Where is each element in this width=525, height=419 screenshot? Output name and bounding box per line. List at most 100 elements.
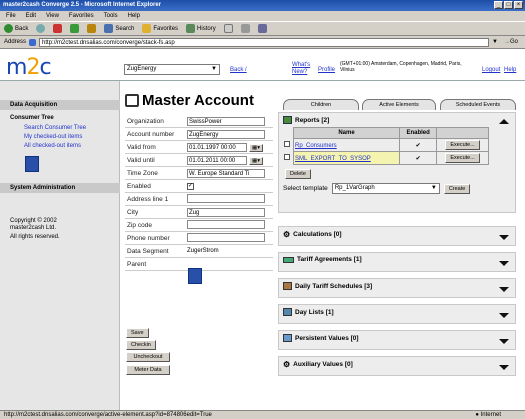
report-link-sml-export[interactable]: SML_EXPORT_TO_SYSOP <box>295 156 371 162</box>
collapse-arrow-icon[interactable] <box>499 119 509 124</box>
print-icon <box>240 24 250 33</box>
execute-button[interactable]: Execute... <box>445 140 480 150</box>
address-dropdown-icon[interactable]: ▼ <box>492 39 498 45</box>
favorites-button[interactable]: Favorites <box>142 24 178 33</box>
history-button[interactable]: History <box>186 24 216 33</box>
form-row-valid-until: Valid until 01.01.2011 00:00 ▦▾ <box>125 154 273 167</box>
execute-button[interactable]: Execute... <box>445 153 480 163</box>
menu-view[interactable]: View <box>46 13 59 19</box>
enabled-check: ✔ <box>399 151 438 165</box>
expand-arrow-icon[interactable] <box>499 313 509 318</box>
section-auxiliary-values[interactable]: ⚙ Auxiliary Values [0] <box>278 356 516 376</box>
expand-arrow-icon[interactable] <box>499 365 509 370</box>
stop-button[interactable] <box>53 24 63 33</box>
section-persistent-values[interactable]: Persistent Values [0] <box>278 330 516 350</box>
search-button[interactable]: Search <box>104 24 134 33</box>
template-select[interactable]: Rp_1VarGraph ▼ <box>331 183 440 194</box>
help-link[interactable]: Help <box>504 67 516 73</box>
zip-code-field[interactable] <box>187 219 265 229</box>
reports-header[interactable]: Reports [2] <box>279 113 515 127</box>
expand-arrow-icon[interactable] <box>499 339 509 344</box>
meter-data-button[interactable]: Meter Data <box>126 365 170 375</box>
sidebar-link-my-checked-out[interactable]: My checked-out items <box>24 134 82 140</box>
schedule-icon <box>283 282 292 290</box>
close-icon[interactable]: × <box>514 1 523 9</box>
forward-button[interactable] <box>36 24 46 33</box>
menu-tools[interactable]: Tools <box>104 13 118 19</box>
tab-children[interactable]: Children <box>283 99 359 110</box>
home-button[interactable] <box>87 24 97 33</box>
refresh-button[interactable] <box>70 24 80 33</box>
sidebar-header-data-acquisition[interactable]: Data Acquisition <box>0 100 120 110</box>
checkin-button[interactable]: Checkin <box>126 340 156 350</box>
calendar-icon[interactable]: ▦▾ <box>249 156 263 165</box>
sidebar-link-all-checked-out[interactable]: All checked-out items <box>24 143 81 149</box>
window-controls: _ □ × <box>494 1 523 9</box>
form-row-address-line-1: Address line 1 <box>125 193 273 206</box>
maximize-icon[interactable]: □ <box>504 1 513 9</box>
account-number-field[interactable]: ZugEnergy <box>187 129 265 139</box>
menu-file[interactable]: File <box>6 13 16 19</box>
tab-active-elements[interactable]: Active Elements <box>362 99 436 110</box>
sidebar-header-system-administration[interactable]: System Administration <box>0 183 120 193</box>
logout-link[interactable]: Logout <box>482 67 500 73</box>
rights-text: All rights reserved. <box>10 234 60 240</box>
expand-arrow-icon[interactable] <box>499 235 509 240</box>
delete-button[interactable]: Delete <box>285 169 311 179</box>
save-button[interactable]: Save <box>126 328 149 338</box>
section-daily-tariff-schedules[interactable]: Daily Tariff Schedules [3] <box>278 278 516 298</box>
tab-scheduled-events[interactable]: Scheduled Events <box>440 99 516 110</box>
column-header-action <box>436 127 489 139</box>
section-tariff-agreements[interactable]: Tariff Agreements [1] <box>278 252 516 272</box>
enabled-checkbox[interactable]: ✓ <box>187 182 194 190</box>
column-header-enabled: Enabled <box>399 127 438 139</box>
address-line-1-field[interactable] <box>187 193 265 203</box>
expand-arrow-icon[interactable] <box>499 287 509 292</box>
tariff-icon <box>283 256 294 263</box>
form-row-phone-number: Phone number <box>125 232 273 245</box>
expand-arrow-icon[interactable] <box>499 261 509 266</box>
menu-edit[interactable]: Edit <box>26 13 36 19</box>
time-zone-select[interactable]: W. Europe Standard Ti <box>187 168 265 178</box>
valid-until-field[interactable]: 01.01.2011 00:00 <box>187 155 247 165</box>
browser-toolbar: Back Search Favorites History <box>0 21 525 36</box>
parent-icon[interactable] <box>188 268 202 284</box>
back-button[interactable]: Back <box>4 24 28 33</box>
sidebar-header-consumer-tree[interactable]: Consumer Tree <box>10 115 54 121</box>
form-row-valid-from: Valid from 01.01.1997 00:00 ▦▾ <box>125 141 273 154</box>
city-field[interactable]: Zug <box>187 207 265 217</box>
valid-from-field[interactable]: 01.01.1997 00:00 <box>187 142 247 152</box>
whats-new-link[interactable]: What's New? <box>292 62 312 76</box>
consumer-tree-icon[interactable] <box>25 156 39 172</box>
menu-help[interactable]: Help <box>128 13 140 19</box>
account-select[interactable]: ZugEnergy ▼ <box>124 64 220 75</box>
uncheckout-button[interactable]: Uncheckout <box>126 352 170 362</box>
mail-button[interactable] <box>223 24 233 33</box>
row-checkbox[interactable] <box>284 154 290 160</box>
form-row-account-number: Account number ZugEnergy <box>125 128 273 141</box>
phone-number-field[interactable] <box>187 232 265 242</box>
organization-field[interactable]: SwissPower <box>187 116 265 126</box>
back-link[interactable]: Back / <box>230 67 247 73</box>
go-button[interactable]: →Go <box>501 39 521 45</box>
print-button[interactable] <box>240 24 250 33</box>
chevron-down-icon: ▼ <box>430 185 437 191</box>
window-title: master2cash Converge 2.5 - Microsoft Int… <box>3 2 162 8</box>
status-url: http://m2ctest.dnsalias.com/converge/act… <box>4 412 212 418</box>
profile-link[interactable]: Profile <box>318 67 335 73</box>
calendar-icon[interactable]: ▦▾ <box>249 143 263 152</box>
calculator-icon: ⚙ <box>283 230 291 239</box>
row-checkbox[interactable] <box>284 141 290 147</box>
report-link-rp-consumers[interactable]: Rp_Consumers <box>295 143 337 149</box>
section-calculations[interactable]: ⚙ Calculations [0] <box>278 226 516 246</box>
form-row-enabled: Enabled ✓ <box>125 180 273 193</box>
favorites-icon <box>142 24 152 33</box>
sidebar-link-search[interactable]: Search Consumer Tree <box>24 125 86 131</box>
edit-button[interactable] <box>257 24 267 33</box>
minimize-icon[interactable]: _ <box>494 1 503 9</box>
section-day-lists[interactable]: Day Lists [1] <box>278 304 516 324</box>
create-button[interactable]: Create <box>443 183 471 194</box>
address-input[interactable]: http://m2ctest.dnsalias.com/converge/sta… <box>39 37 490 47</box>
menu-favorites[interactable]: Favorites <box>69 13 94 19</box>
home-icon <box>87 24 97 33</box>
